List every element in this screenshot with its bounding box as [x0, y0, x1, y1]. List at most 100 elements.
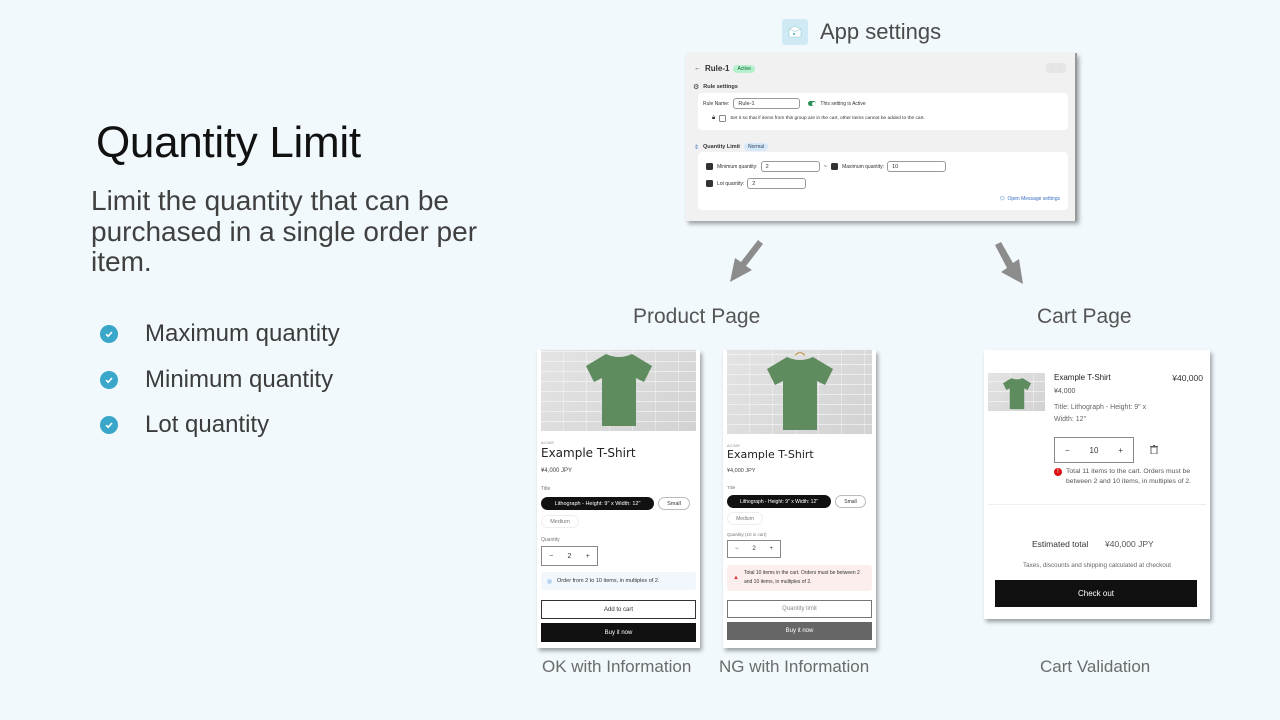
min-quantity-input[interactable]: 2	[760, 161, 820, 172]
quantity-label: Quantity	[541, 537, 560, 543]
sort-icon: ⇕	[694, 144, 700, 151]
feature-label: Lot quantity	[145, 411, 270, 438]
variant-medium[interactable]: Medium	[727, 512, 763, 525]
cart-page-label: Cart Page	[1037, 305, 1132, 328]
page-description: Limit the quantity that can be purchased…	[91, 185, 478, 277]
cart-variant: Title: Lithograph - Height: 9" x Width: …	[1054, 404, 1147, 423]
warning-icon: ▲	[733, 574, 739, 581]
arrow-down-right-icon	[995, 242, 1023, 284]
active-toggle[interactable]	[808, 101, 817, 106]
lot-checkbox[interactable]	[706, 180, 713, 187]
info-icon	[547, 578, 552, 584]
product-card-ng: ACME Example T-Shirt ¥4,000 JPY Title Li…	[723, 350, 876, 648]
cart-card: Example T-Shirt ¥40,000 ¥4,000 Title: Li…	[984, 350, 1210, 619]
lot-quantity-input[interactable]: 2	[747, 178, 807, 189]
toggle-label: This setting is Active	[820, 100, 866, 107]
buy-now-button[interactable]: Buy it now	[727, 622, 872, 640]
product-price: ¥4,000 JPY	[727, 468, 756, 474]
range-separator: ~	[823, 163, 828, 170]
product-image	[541, 350, 696, 431]
rule-name-label: Rule Name:	[703, 100, 730, 107]
back-arrow-icon[interactable]: ←	[694, 65, 701, 72]
tshirt-image	[1002, 378, 1031, 410]
caption-ng: NG with Information	[719, 657, 870, 676]
max-checkbox[interactable]	[831, 163, 839, 170]
check-circle-icon	[100, 371, 118, 389]
message-icon: 💬︎	[999, 196, 1006, 202]
feature-label: Maximum quantity	[145, 320, 340, 347]
cart-unit-price: ¥4,000	[1054, 388, 1076, 395]
rule-title: Rule-1	[705, 64, 730, 73]
check-circle-icon	[100, 325, 118, 343]
cart-item-line-total: ¥40,000	[1172, 373, 1203, 383]
quantity-limit-label: Quantity Limit	[703, 144, 741, 150]
buy-now-button[interactable]: Buy it now	[541, 623, 696, 642]
cart-item-image	[988, 373, 1045, 411]
chevron-right-icon[interactable]: ›	[1060, 65, 1062, 71]
plus-button[interactable]: +	[770, 546, 774, 552]
product-name: Example T-Shirt	[727, 448, 814, 461]
max-quantity-input[interactable]: 10	[887, 161, 947, 172]
feature-item: Maximum quantity	[100, 320, 340, 348]
exclusive-label: Set it so that if items from this group …	[730, 116, 925, 121]
product-name: Example T-Shirt	[541, 446, 636, 460]
tax-note: Taxes, discounts and shipping calculated…	[1022, 562, 1172, 569]
add-to-cart-button[interactable]: Add to cart	[541, 600, 696, 619]
quantity-value[interactable]: 10	[1090, 446, 1099, 455]
quantity-limit-badge: Normal	[744, 143, 769, 151]
exclusive-checkbox[interactable]	[719, 115, 727, 122]
minus-button[interactable]: −	[735, 546, 739, 552]
divider	[988, 504, 1206, 505]
quantity-value[interactable]: 2	[752, 546, 755, 552]
product-page-label: Product Page	[633, 305, 761, 328]
app-settings-title: App settings	[820, 19, 942, 44]
check-circle-icon	[100, 416, 118, 434]
estimated-total-label: Estimated total	[1032, 539, 1089, 549]
product-image	[727, 350, 872, 434]
plus-button[interactable]: +	[1118, 446, 1123, 455]
settings-panel: ← Rule-1 Active ‹ › ⚙ Rule settings Rule …	[686, 53, 1077, 221]
rule-status-badge: Active	[733, 64, 756, 73]
caption-cart: Cart Validation	[1040, 657, 1151, 676]
plus-button[interactable]: +	[586, 553, 590, 560]
chevron-left-icon[interactable]: ‹	[1050, 65, 1052, 71]
gear-icon: ⚙	[693, 84, 700, 91]
quantity-label: Quantity (10 in cart)	[727, 532, 767, 537]
quantity-value[interactable]: 2	[568, 553, 572, 560]
checkout-button[interactable]: Check out	[995, 580, 1197, 607]
tshirt-image	[766, 352, 833, 430]
estimated-total-value: ¥40,000 JPY	[1105, 539, 1154, 549]
cart-error-message: ! Total 11 items to the cart. Orders mus…	[1054, 467, 1204, 487]
rule-settings-label: Rule settings	[703, 84, 738, 90]
title-label: Title	[541, 486, 551, 492]
quantity-limit-button[interactable]: Quantity limit	[727, 600, 872, 618]
warning-message: ▲ Total 10 items in the cart. Orders mus…	[727, 565, 872, 591]
variant-lithograph[interactable]: Lithograph - Height: 9" x Width: 12"	[541, 497, 654, 510]
open-message-settings-link[interactable]: 💬︎ Open Message settings	[999, 196, 1060, 202]
product-price: ¥4,000 JPY	[541, 468, 573, 474]
cart-item-name[interactable]: Example T-Shirt	[1054, 373, 1111, 382]
error-icon: !	[1054, 468, 1062, 476]
variant-lithograph[interactable]: Lithograph - Height: 9" x Width: 12"	[727, 495, 831, 508]
min-checkbox[interactable]	[706, 163, 713, 170]
quantity-stepper: − 2 +	[727, 540, 781, 558]
variant-small[interactable]: Small	[658, 497, 690, 510]
app-settings-heading: App settings	[782, 19, 941, 45]
variant-medium[interactable]: Medium	[541, 515, 579, 528]
variant-small[interactable]: Small	[835, 495, 866, 508]
rule-name-input[interactable]: Rule-1	[733, 98, 801, 109]
tshirt-image	[585, 354, 652, 426]
trash-icon[interactable]	[1150, 445, 1158, 454]
product-card-ok: ACME Example T-Shirt ¥4,000 JPY Title Li…	[537, 350, 700, 648]
product-vendor: ACME	[541, 440, 555, 445]
minus-button[interactable]: −	[1065, 446, 1070, 455]
title-label: Title	[727, 485, 736, 490]
quantity-stepper: − 2 +	[541, 546, 598, 566]
rule-settings-card: Rule Name: Rule-1 This setting is Active…	[698, 93, 1068, 130]
minus-button[interactable]: −	[549, 553, 553, 560]
pagination: ‹ ›	[1046, 63, 1066, 73]
feature-item: Minimum quantity	[100, 366, 333, 394]
max-label: Maximum quantity:	[842, 163, 885, 170]
min-label: Minimum quantity:	[717, 163, 758, 170]
cart-quantity-stepper: − 10 +	[1054, 437, 1134, 463]
